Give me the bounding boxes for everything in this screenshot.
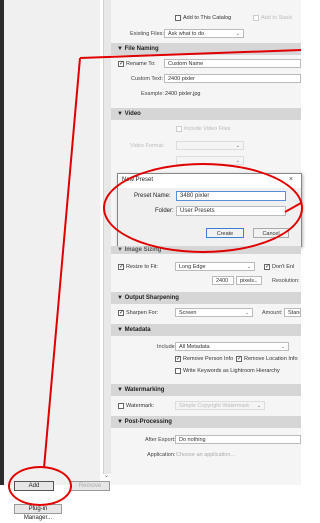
- annotation-line-top: [79, 49, 301, 59]
- annotation-line-left: [43, 57, 81, 469]
- annotation-line-right: [284, 202, 301, 213]
- annotation-arrows: [43, 49, 301, 469]
